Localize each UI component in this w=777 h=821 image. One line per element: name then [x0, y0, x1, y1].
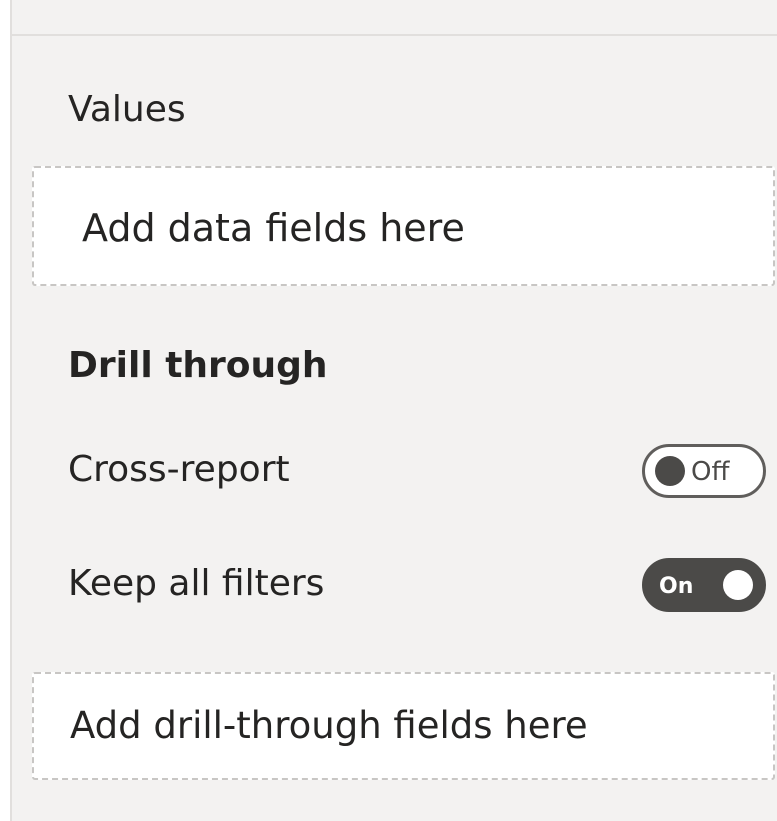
keep-all-filters-label: Keep all filters	[68, 563, 325, 604]
pane-top-divider	[12, 0, 777, 36]
cross-report-row: Cross-report Off	[68, 440, 768, 500]
drill-through-drop-well[interactable]: Add drill-through fields here	[32, 672, 775, 780]
values-well-placeholder: Add data fields here	[82, 206, 465, 250]
values-section-label: Values	[68, 89, 186, 130]
drill-through-well-placeholder: Add drill-through fields here	[70, 704, 588, 747]
keep-all-filters-row: Keep all filters On	[68, 554, 768, 614]
keep-all-filters-toggle[interactable]: On	[642, 558, 766, 612]
cross-report-label: Cross-report	[68, 449, 290, 490]
toggle-knob	[723, 570, 753, 600]
cross-report-toggle[interactable]: Off	[642, 444, 766, 498]
drill-through-section-label: Drill through	[68, 345, 328, 386]
cross-report-toggle-state: Off	[691, 457, 730, 487]
visualizations-fields-pane: Values Add data fields here Drill throug…	[10, 0, 777, 821]
values-drop-well[interactable]: Add data fields here	[32, 166, 775, 286]
toggle-knob	[655, 456, 685, 486]
keep-all-filters-toggle-state: On	[659, 574, 694, 599]
